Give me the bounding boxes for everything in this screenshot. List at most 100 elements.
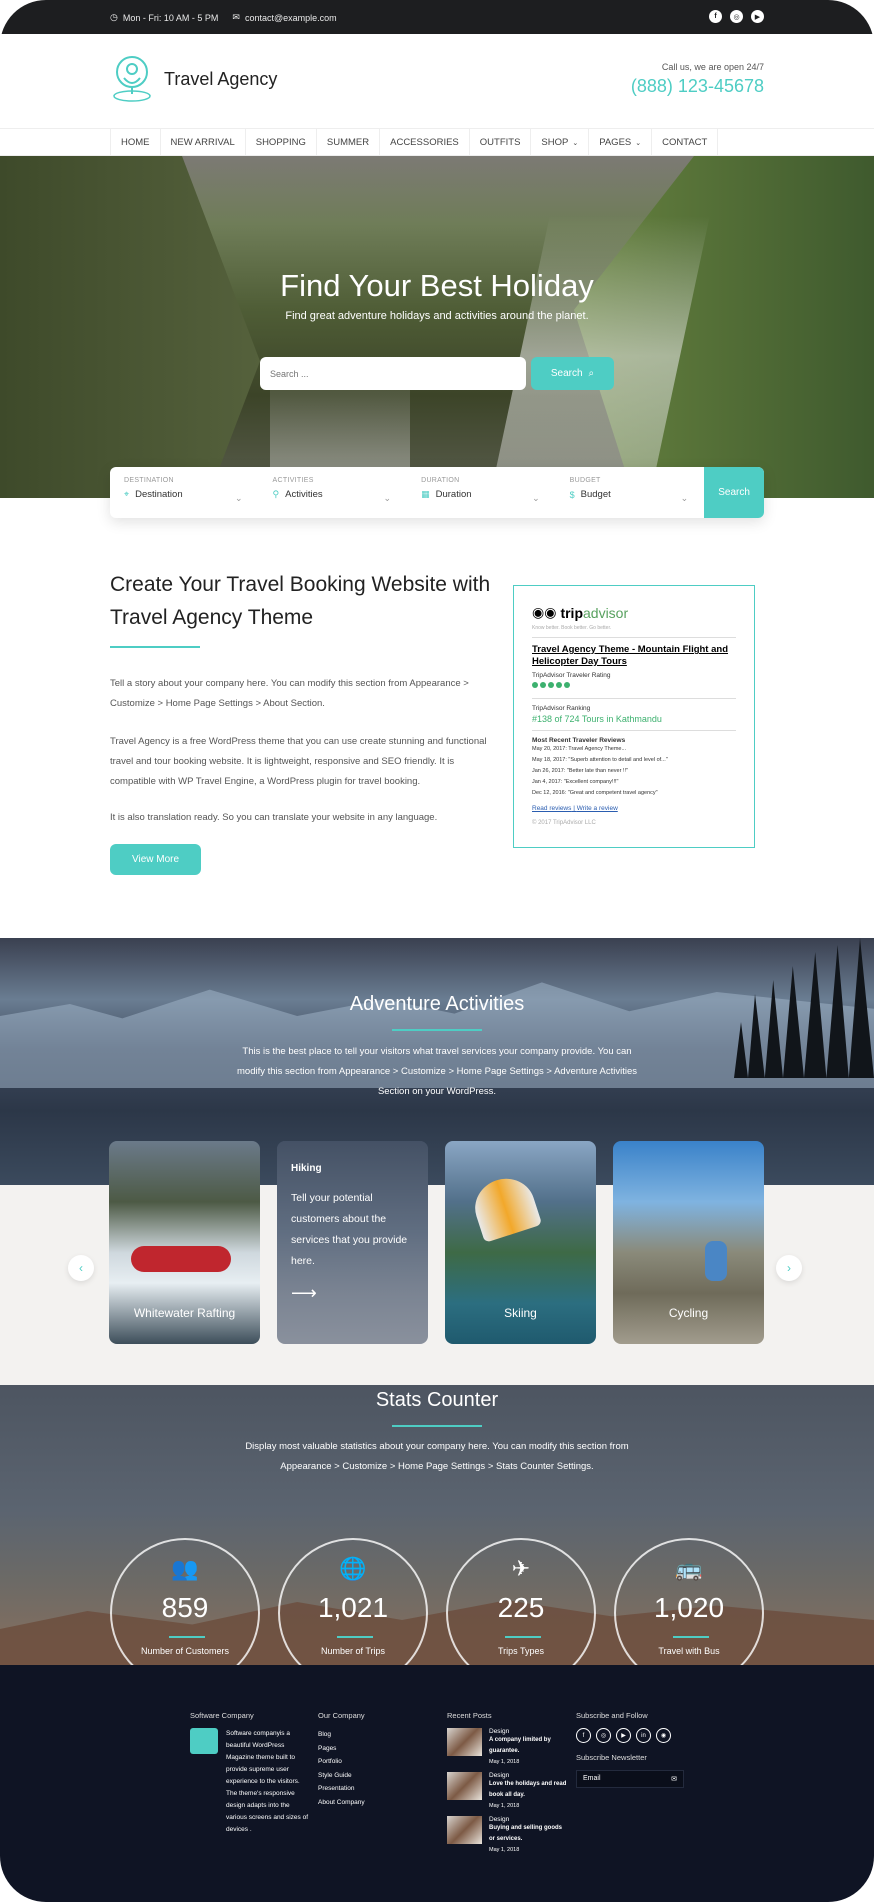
stat-value: 859 — [161, 1592, 209, 1623]
site-logo[interactable]: Travel Agency — [110, 54, 277, 104]
chevron-right-icon: › — [787, 1261, 791, 1275]
post-category: Design — [489, 1772, 510, 1779]
stat-label: Travel with Bus — [658, 1646, 720, 1656]
post-thumbnail — [447, 1728, 482, 1756]
card-caption: Whitewater Rafting — [133, 1306, 236, 1320]
activity-card-cycling[interactable]: Cycling — [613, 1141, 764, 1344]
chevron-down-icon: ⌄ — [532, 493, 540, 503]
youtube-icon[interactable]: ▶ — [616, 1728, 631, 1743]
nav-item-outfits[interactable]: OUTFITS — [468, 129, 531, 156]
rating-dot — [564, 682, 570, 688]
linkedin-icon[interactable]: in — [636, 1728, 651, 1743]
nav-label: ACCESSORIES — [390, 137, 459, 148]
brand-trip: trip — [560, 604, 583, 621]
hours-text: Mon - Fri: 10 AM - 5 PM — [122, 12, 219, 23]
hero-search-button[interactable]: Search ⌕ — [531, 357, 614, 390]
phone-number[interactable]: (888) 123-45678 — [631, 76, 764, 97]
footer-col-about: Software Company Software companyis a be… — [190, 1711, 310, 1836]
adventure-desc: This is the best place to tell your visi… — [237, 1046, 637, 1097]
post-title[interactable]: Love the holidays and read book all day. — [489, 1779, 567, 1801]
raft-image — [131, 1246, 231, 1272]
read-reviews-link[interactable]: Read reviews — [532, 805, 571, 812]
hero-subtitle: Find great adventure holidays and activi… — [285, 310, 589, 322]
activity-card-hiking[interactable]: Hiking Tell your potential customers abo… — [277, 1141, 428, 1344]
rating-dot — [556, 682, 562, 688]
finder-duration[interactable]: DURATION ▦ Duration ⌄ — [407, 467, 556, 518]
facebook-icon[interactable]: f — [709, 10, 722, 23]
recent-post[interactable]: Design A company limited by guarantee. May… — [447, 1728, 567, 1765]
email-text[interactable]: contact@example.com — [245, 13, 337, 23]
instagram-icon[interactable]: ◎ — [730, 10, 743, 23]
chevron-down-icon: ⌄ — [235, 493, 243, 503]
site-name[interactable]: Travel Agency — [164, 69, 277, 90]
ranking-value: #138 of 724 Tours in Kathmandu — [532, 714, 662, 724]
nav-item-shopping[interactable]: SHOPPING — [244, 129, 316, 156]
recent-post[interactable]: Design Love the holidays and read book al… — [447, 1772, 567, 1809]
stat-value: 1,020 — [653, 1592, 725, 1623]
site-footer: Software Company Software companyis a be… — [0, 1665, 874, 1902]
finder-label: DURATION — [421, 477, 460, 484]
footer-link-style-guide[interactable]: Style Guide — [318, 1769, 438, 1783]
footer-link-pages[interactable]: Pages — [318, 1742, 438, 1756]
globe-icon: 🌐 — [339, 1556, 367, 1581]
finder-activities[interactable]: ACTIVITIES ⚲ Activities ⌄ — [259, 467, 408, 518]
activity-card-rafting[interactable]: Whitewater Rafting — [109, 1141, 260, 1344]
hero-search-input[interactable] — [260, 357, 526, 390]
call-us: Call us, we are open 24/7 (888) 123-4567… — [631, 62, 764, 97]
finder-search-button[interactable]: Search — [704, 467, 764, 518]
post-thumbnail — [447, 1816, 482, 1844]
nav-item-shop[interactable]: SHOP ⌄ — [530, 129, 588, 156]
rating-dots — [532, 682, 736, 688]
carousel-next-button[interactable]: › — [776, 1255, 802, 1281]
write-review-link[interactable]: Write a review — [577, 805, 618, 812]
send-icon[interactable]: ✉ — [671, 1775, 677, 1783]
stat-label: Number of Trips — [320, 1646, 386, 1656]
footer-heading: Software Company — [190, 1711, 254, 1720]
review-item: May 18, 2017: "Superb attention to detai… — [532, 757, 668, 763]
footer-social: f ◎ ▶ in ◉ — [576, 1728, 696, 1743]
chevron-down-icon: ⌄ — [635, 139, 642, 147]
footer-link-about[interactable]: About Company — [318, 1796, 438, 1810]
footer-link-blog[interactable]: Blog — [318, 1728, 438, 1742]
finder-destination[interactable]: DESTINATION ⌖ Destination ⌄ — [110, 467, 259, 518]
tripadvisor-logo[interactable]: ◉◉ trip advisor — [532, 604, 736, 621]
carousel-prev-button[interactable]: ‹ — [68, 1255, 94, 1281]
facebook-icon[interactable]: f — [576, 1728, 591, 1743]
hero-title: Find Your Best Holiday — [280, 268, 594, 303]
nav-label: SUMMER — [326, 137, 370, 148]
post-category: Design — [489, 1816, 510, 1823]
post-title[interactable]: Buying and selling goods or services. — [489, 1823, 567, 1845]
view-more-button[interactable]: View More — [110, 844, 202, 875]
chevron-down-icon: ⌄ — [680, 493, 689, 503]
nav-item-accessories[interactable]: ACCESSORIES — [379, 129, 469, 156]
footer-link-portfolio[interactable]: Portfolio — [318, 1755, 438, 1769]
nav-item-home[interactable]: HOME — [110, 129, 160, 156]
stat-value: 1,021 — [317, 1592, 389, 1623]
recent-post[interactable]: Design Buying and selling goods or servic… — [447, 1816, 567, 1853]
stats-desc: Display most valuable statistics about y… — [245, 1441, 629, 1472]
nav-label: SHOP — [541, 137, 569, 148]
nav-item-summer[interactable]: SUMMER — [315, 129, 379, 156]
youtube-icon[interactable]: ▶ — [751, 10, 764, 23]
activity-card-skiing[interactable]: Skiing — [445, 1141, 596, 1344]
footer-link-presentation[interactable]: Presentation — [318, 1782, 438, 1796]
map-pin-icon: ⌖ — [124, 489, 130, 499]
email-field[interactable]: Email ✉ — [576, 1770, 684, 1788]
post-title[interactable]: A company limited by guarantee. — [489, 1735, 567, 1757]
card-heading: Hiking — [291, 1163, 322, 1174]
card-caption: Cycling — [668, 1306, 709, 1320]
footer-heading: Recent Posts — [447, 1711, 492, 1720]
nav-label: NEW ARRIVAL — [170, 137, 235, 148]
nav-item-new-arrival[interactable]: NEW ARRIVAL — [159, 129, 245, 156]
nav-item-pages[interactable]: PAGES ⌄ — [588, 129, 651, 156]
instagram-icon[interactable]: ◎ — [596, 1728, 611, 1743]
finder-budget[interactable]: BUDGET $ Budget ⌄ — [556, 467, 705, 518]
nav-item-contact[interactable]: CONTACT — [651, 129, 719, 156]
arrow-right-icon[interactable]: ⟶ — [291, 1283, 317, 1304]
adventure-title: Adventure Activities — [349, 993, 525, 1015]
email-item[interactable]: ✉ contact@example.com — [232, 12, 336, 23]
tripadvisor-title[interactable]: Travel Agency Theme - Mountain Flight an… — [532, 644, 736, 668]
tripadvisor-icon[interactable]: ◉ — [656, 1728, 671, 1743]
hero-banner: Find Your Best Holiday Find great advent… — [0, 156, 874, 498]
nav-label: HOME — [121, 137, 150, 148]
